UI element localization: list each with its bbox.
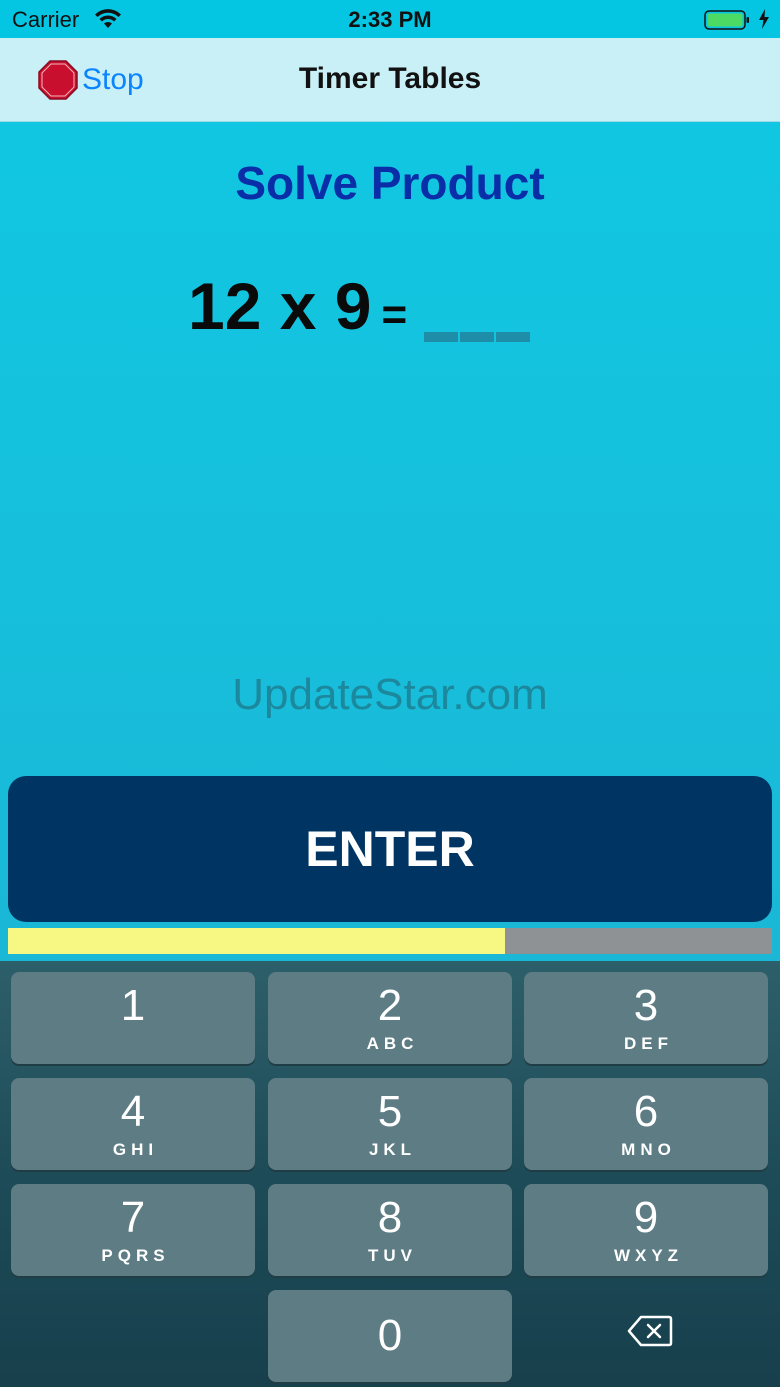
timer-progress-fill	[8, 928, 505, 954]
app-screen: Carrier 2:33 PM Stop Timer Tables Solve …	[0, 0, 780, 1387]
key-letters: MNO	[621, 1140, 676, 1159]
status-time: 2:33 PM	[348, 7, 432, 32]
key-digit: 4	[120, 1087, 146, 1136]
timer-progress-bar	[8, 928, 772, 954]
navigation-bar: Stop Timer Tables	[0, 38, 780, 122]
key-digit: 0	[377, 1311, 403, 1360]
key-letters: JKL	[368, 1140, 417, 1159]
key-letters: TUV	[368, 1246, 417, 1265]
key-6[interactable]: 6 MNO	[524, 1078, 768, 1170]
charging-bolt-icon	[759, 9, 769, 29]
answer-input[interactable]	[424, 332, 530, 342]
key-letters: PQRS	[101, 1246, 170, 1265]
key-letters: DEF	[624, 1034, 673, 1053]
equals-sign: =	[381, 290, 408, 339]
answer-digit-slot	[424, 332, 458, 342]
status-bar: Carrier 2:33 PM	[0, 0, 780, 38]
problem-expression: 12 x 9	[188, 269, 372, 343]
key-9[interactable]: 9 WXYZ	[524, 1184, 768, 1276]
battery-icon	[704, 10, 749, 30]
key-digit: 8	[377, 1193, 403, 1242]
answer-digit-slot	[460, 332, 494, 342]
key-digit: 7	[120, 1193, 146, 1242]
page-title: Solve Product	[235, 157, 545, 209]
key-digit: 6	[633, 1087, 659, 1136]
key-0[interactable]: 0	[268, 1290, 512, 1382]
multiplication-problem: 12 x 9 =	[188, 268, 407, 348]
key-digit: 3	[633, 981, 659, 1030]
key-8[interactable]: 8 TUV	[268, 1184, 512, 1276]
answer-digit-slot	[496, 332, 530, 342]
key-1[interactable]: 1	[11, 972, 255, 1064]
key-letters: GHI	[112, 1140, 159, 1159]
key-7[interactable]: 7 PQRS	[11, 1184, 255, 1276]
key-2[interactable]: 2 ABC	[268, 972, 512, 1064]
key-letters: ABC	[366, 1034, 419, 1053]
backspace-icon[interactable]	[627, 1314, 673, 1348]
key-digit: 2	[377, 981, 403, 1030]
key-digit: 5	[377, 1087, 403, 1136]
key-5[interactable]: 5 JKL	[268, 1078, 512, 1170]
key-3[interactable]: 3 DEF	[524, 972, 768, 1064]
key-digit: 9	[633, 1193, 659, 1242]
key-letters: WXYZ	[613, 1246, 684, 1265]
enter-button[interactable]: ENTER	[8, 776, 772, 922]
watermark-text: UpdateStar.com	[232, 670, 548, 719]
key-4[interactable]: 4 GHI	[11, 1078, 255, 1170]
key-digit: 1	[120, 981, 146, 1030]
nav-title: Timer Tables	[298, 62, 482, 95]
